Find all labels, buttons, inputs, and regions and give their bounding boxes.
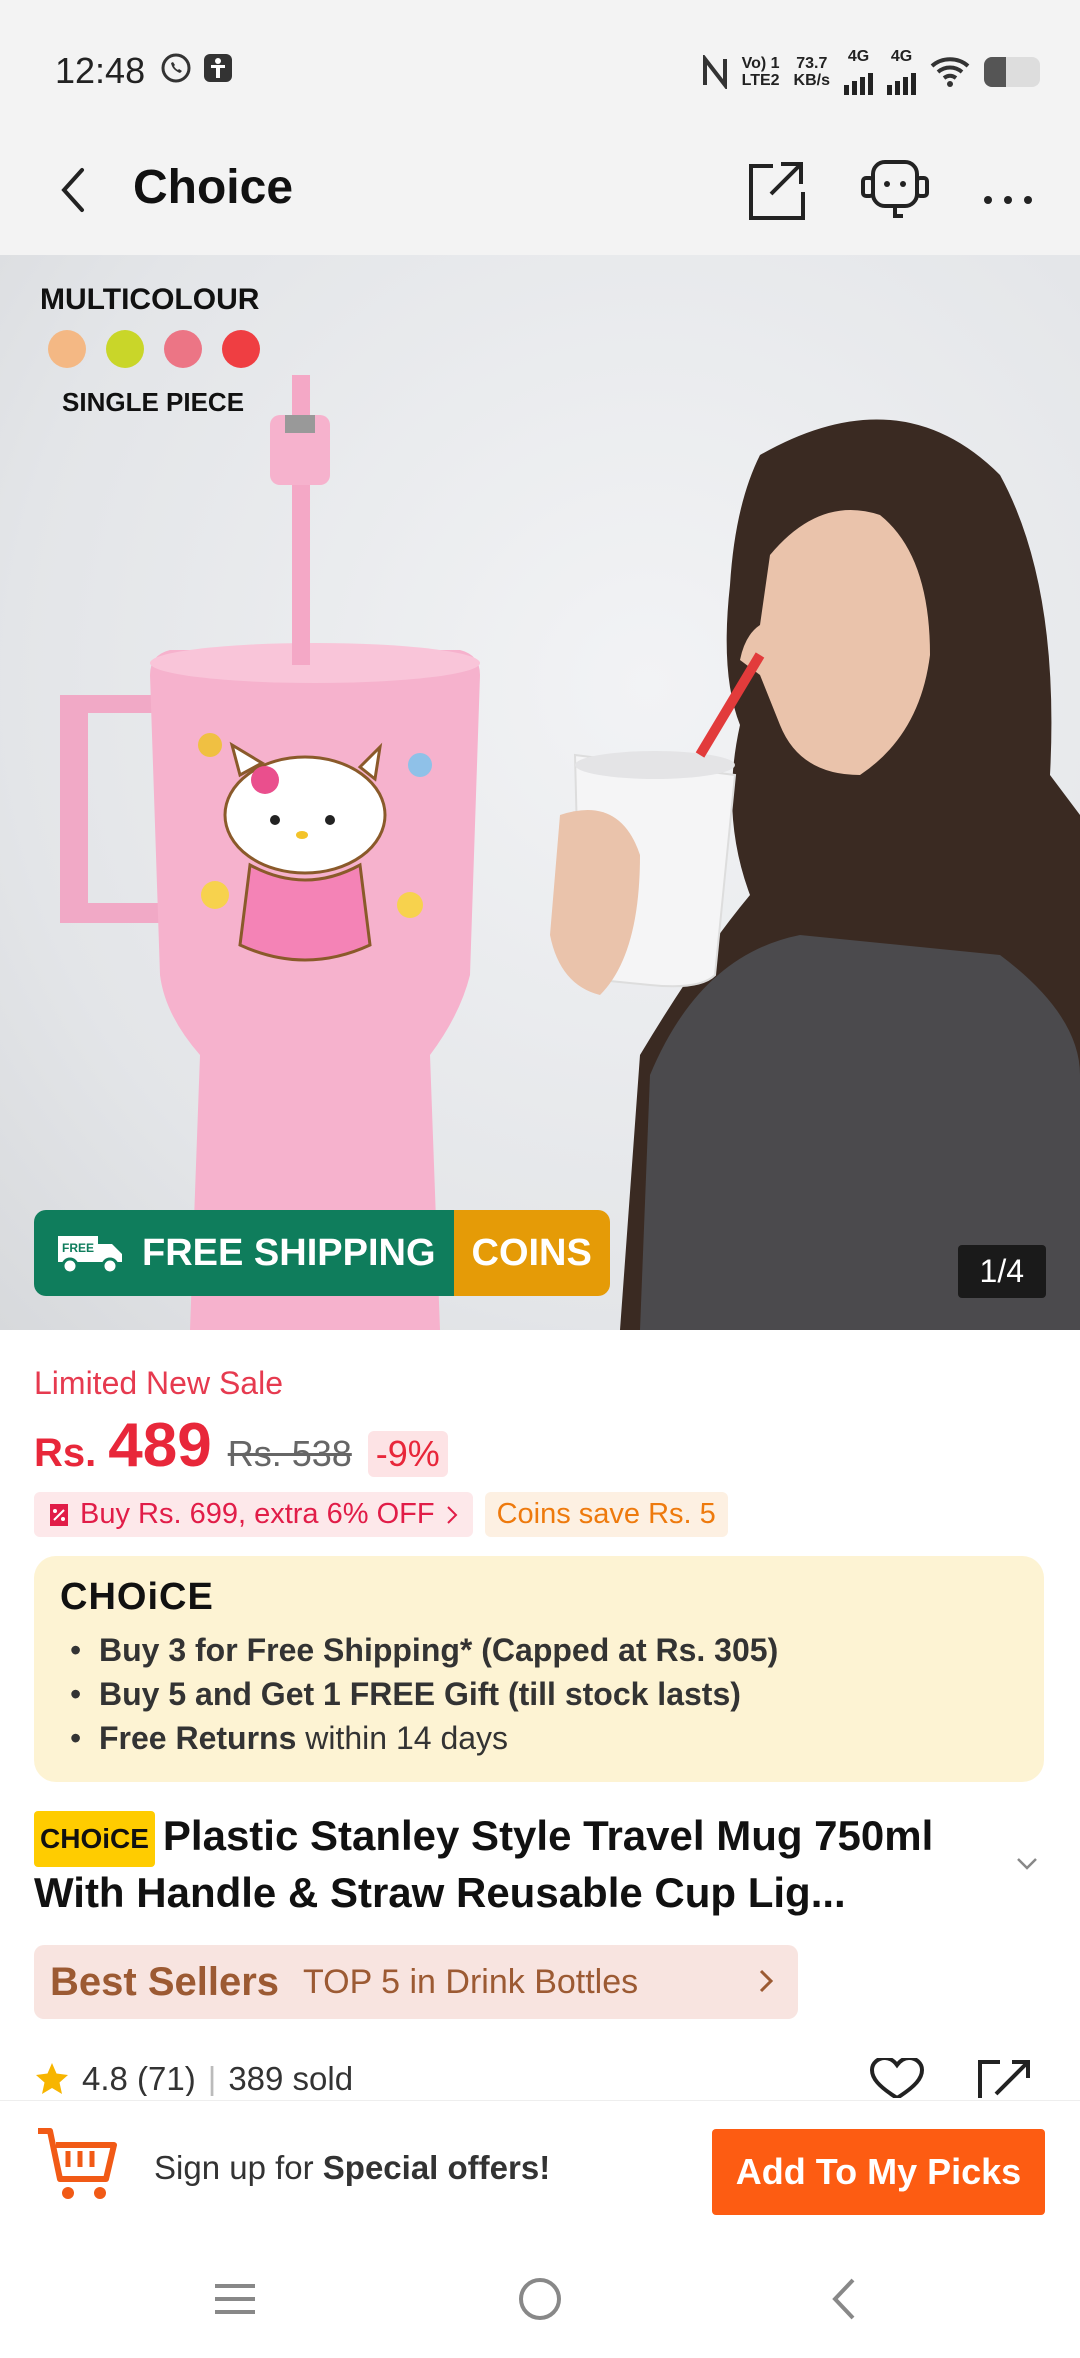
free-shipping-text: FREE SHIPPING	[142, 1231, 436, 1274]
accessibility-icon	[204, 54, 232, 82]
choice-benefits-list: • Buy 3 for Free Shipping* (Capped at Rs…	[70, 1628, 778, 1760]
signal-1-label: 4G	[847, 48, 870, 65]
rating-divider: |	[207, 2062, 217, 2096]
signal-2-label: 4G	[890, 48, 913, 65]
status-right-icons: Vo) 1 LTE2 73.7 KB/s 4G 4G	[702, 48, 1040, 95]
system-nav-bar	[0, 2240, 1080, 2358]
extra-off-text: Buy Rs. 699, extra 6% OFF	[80, 1498, 435, 1530]
app-header: Choice	[0, 130, 1080, 255]
wifi-icon	[930, 56, 970, 87]
status-left-icons	[160, 52, 234, 84]
chevron-right-icon	[759, 1969, 774, 1993]
status-time: 12:48	[55, 50, 146, 91]
more-options-icon[interactable]	[968, 150, 1048, 230]
current-price: 489	[108, 1411, 212, 1480]
choice-logo: CHOiCE	[60, 1576, 214, 1618]
price-currency: Rs.	[34, 1431, 97, 1475]
sale-label: Limited New Sale	[34, 1365, 283, 1401]
share-product-icon[interactable]	[976, 2058, 1032, 2098]
chevron-down-icon[interactable]	[1014, 1850, 1040, 1876]
chevron-right-icon	[446, 1505, 457, 1524]
back-icon[interactable]	[52, 160, 92, 220]
best-sellers-rank: TOP 5 in Drink Bottles	[303, 1962, 639, 2001]
signal-2: 4G	[887, 48, 916, 95]
page-title: Choice	[133, 161, 294, 214]
image-counter: 1/4	[957, 1245, 1046, 1298]
battery-level	[984, 56, 1007, 87]
delivery-truck-icon: FREE	[58, 1236, 122, 1275]
battery-icon	[984, 56, 1040, 87]
star-icon	[36, 2063, 68, 2094]
swatch-lime	[106, 330, 144, 368]
promo-row: Buy Rs. 699, extra 6% OFF Coins save Rs.…	[34, 1492, 728, 1537]
swatch-red	[222, 330, 260, 368]
extra-off-promo[interactable]: Buy Rs. 699, extra 6% OFF	[34, 1492, 473, 1537]
rating-row[interactable]: 4.8 (71) | 389 sold	[34, 2062, 353, 2096]
home-icon[interactable]	[510, 2274, 570, 2324]
coins-save-promo: Coins save Rs. 5	[484, 1492, 728, 1537]
choice-tag: CHOiCE	[34, 1810, 155, 1867]
benefit-item: • Buy 5 and Get 1 FREE Gift (till stock …	[70, 1676, 741, 1712]
customer-service-icon[interactable]	[855, 150, 935, 230]
product-title-text: Plastic Stanley Style Travel Mug 750ml W…	[34, 1812, 934, 1916]
benefit-item: • Buy 3 for Free Shipping* (Capped at Rs…	[70, 1632, 779, 1668]
coupon-icon	[50, 1503, 68, 1526]
discount-badge: -9%	[367, 1431, 448, 1477]
best-sellers-logo: Best Sellers	[50, 1959, 280, 2004]
cart-icon[interactable]	[34, 2121, 120, 2207]
back-nav-icon[interactable]	[815, 2274, 875, 2324]
volte-label: Vo) 1 LTE2	[741, 54, 780, 89]
whatsapp-icon	[161, 53, 191, 83]
coins-segment: COINS	[453, 1210, 610, 1296]
choice-benefits-box[interactable]: CHOiCE • Buy 3 for Free Shipping* (Cappe…	[34, 1556, 1044, 1782]
free-shipping-banner: FREE FREE SHIPPING COINS	[34, 1210, 610, 1296]
recent-apps-icon[interactable]	[205, 2274, 265, 2324]
color-swatches	[48, 330, 260, 368]
original-price: Rs. 538	[227, 1433, 352, 1474]
quantity-label: SINGLE PIECE	[62, 387, 245, 417]
product-image-gallery[interactable]: MULTICOLOUR SINGLE PIECE FREE FREE SHIPP…	[0, 255, 1080, 1330]
best-sellers-banner[interactable]: Best Sellers TOP 5 in Drink Bottles	[34, 1945, 798, 2019]
signal-1: 4G	[844, 48, 873, 95]
rating-score: 4.8 (71)	[82, 2062, 196, 2096]
benefit-item: • Free Returns within 14 days	[70, 1720, 509, 1756]
signal-1-icon	[844, 65, 873, 95]
price-row: Rs. 489 Rs. 538 -9%	[34, 1410, 448, 1481]
wishlist-heart-icon[interactable]	[868, 2058, 926, 2098]
signal-2-icon	[887, 65, 916, 95]
product-title[interactable]: CHOiCE Plastic Stanley Style Travel Mug 7…	[34, 1810, 1014, 1919]
status-bar: 12:48 Vo) 1 LTE2 73.7 KB/s 4G 4G	[0, 0, 1080, 130]
variant-label: MULTICOLOUR	[40, 283, 260, 316]
swatch-peach	[48, 330, 86, 368]
nfc-icon	[702, 54, 727, 89]
swatch-pink	[164, 330, 202, 368]
signup-prompt[interactable]: Sign up for Special offers!	[154, 2149, 550, 2187]
sold-count: 389 sold	[228, 2062, 354, 2096]
network-speed: 73.7 KB/s	[793, 54, 830, 89]
add-to-picks-button[interactable]: Add To My Picks	[712, 2129, 1045, 2215]
free-badge-text: FREE	[62, 1241, 94, 1255]
free-shipping-segment: FREE FREE SHIPPING	[34, 1210, 454, 1296]
bottom-action-bar: Sign up for Special offers! Add To My Pi…	[0, 2100, 1080, 2241]
share-icon[interactable]	[735, 150, 815, 230]
